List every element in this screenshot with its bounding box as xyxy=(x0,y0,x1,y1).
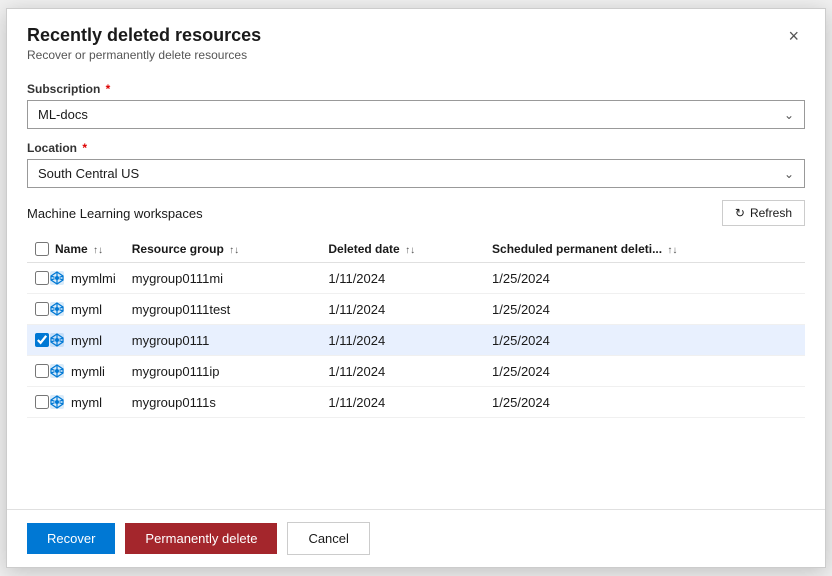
row-resource-group: mygroup0111ip xyxy=(124,356,321,387)
row-resource-group: mygroup0111test xyxy=(124,294,321,325)
recover-button[interactable]: Recover xyxy=(27,523,115,554)
subscription-dropdown[interactable]: ML-docs ⌄ xyxy=(27,100,805,129)
dialog-footer: Recover Permanently delete Cancel xyxy=(7,509,825,567)
dialog: Recently deleted resources Recover or pe… xyxy=(6,8,826,568)
required-star-location: * xyxy=(79,141,87,155)
required-star: * xyxy=(102,82,110,96)
row-resource-group: mygroup0111mi xyxy=(124,263,321,294)
row-checkbox-cell: myml xyxy=(27,325,124,356)
row-checkbox-cell: myml xyxy=(27,387,124,418)
workspace-icon xyxy=(49,394,65,410)
table-row: mymlmi mygroup0111mi1/11/20241/25/2024 xyxy=(27,263,805,294)
row-deleted-date: 1/11/2024 xyxy=(320,263,484,294)
sort-icon-rg: ↑↓ xyxy=(229,245,239,256)
resources-table: Name ↑↓ Resource group ↑↓ Deleted date ↑… xyxy=(27,236,805,418)
row-checkbox-cell: mymlmi xyxy=(27,263,124,294)
row-checkbox[interactable] xyxy=(35,302,49,316)
row-checkbox-cell: myml xyxy=(27,294,124,325)
table-row: myml mygroup0111test1/11/20241/25/2024 xyxy=(27,294,805,325)
table-row: myml mygroup01111/11/20241/25/2024 xyxy=(27,325,805,356)
permanently-delete-button[interactable]: Permanently delete xyxy=(125,523,277,554)
select-all-checkbox[interactable] xyxy=(35,242,49,256)
location-label: Location * xyxy=(27,141,805,155)
dialog-title-group: Recently deleted resources Recover or pe… xyxy=(27,25,261,62)
row-scheduled-deletion: 1/25/2024 xyxy=(484,263,805,294)
refresh-button[interactable]: ↻ Refresh xyxy=(722,200,805,226)
deleted-date-col-header: Deleted date ↑↓ xyxy=(320,236,484,263)
table-row: myml mygroup0111s1/11/20241/25/2024 xyxy=(27,387,805,418)
workspace-icon xyxy=(49,332,65,348)
workspace-icon xyxy=(49,301,65,317)
row-name: myml xyxy=(71,333,102,348)
chevron-down-icon: ⌄ xyxy=(784,108,794,122)
row-resource-group: mygroup0111 xyxy=(124,325,321,356)
row-checkbox-cell: mymli xyxy=(27,356,124,387)
header-checkbox-cell: Name ↑↓ xyxy=(27,236,124,263)
dialog-title: Recently deleted resources xyxy=(27,25,261,46)
workspace-icon xyxy=(49,270,65,286)
location-value: South Central US xyxy=(38,166,139,181)
row-deleted-date: 1/11/2024 xyxy=(320,294,484,325)
dialog-header: Recently deleted resources Recover or pe… xyxy=(7,9,825,70)
refresh-label: Refresh xyxy=(750,206,792,220)
close-button[interactable]: × xyxy=(782,25,805,47)
row-name: mymlmi xyxy=(71,271,116,286)
row-deleted-date: 1/11/2024 xyxy=(320,356,484,387)
row-checkbox[interactable] xyxy=(35,271,49,285)
resource-group-col-header: Resource group ↑↓ xyxy=(124,236,321,263)
row-scheduled-deletion: 1/25/2024 xyxy=(484,294,805,325)
subscription-label: Subscription * xyxy=(27,82,805,96)
table-row: mymli mygroup0111ip1/11/20241/25/2024 xyxy=(27,356,805,387)
row-name: myml xyxy=(71,395,102,410)
row-deleted-date: 1/11/2024 xyxy=(320,387,484,418)
dialog-subtitle: Recover or permanently delete resources xyxy=(27,48,261,62)
refresh-icon: ↻ xyxy=(735,206,745,220)
cancel-button[interactable]: Cancel xyxy=(287,522,369,555)
location-dropdown[interactable]: South Central US ⌄ xyxy=(27,159,805,188)
row-checkbox[interactable] xyxy=(35,333,49,347)
name-col-header: Name ↑↓ xyxy=(55,242,103,256)
sort-icon-date: ↑↓ xyxy=(405,245,415,256)
workspace-icon xyxy=(49,363,65,379)
chevron-down-icon-location: ⌄ xyxy=(784,167,794,181)
row-scheduled-deletion: 1/25/2024 xyxy=(484,387,805,418)
scheduled-deletion-col-header: Scheduled permanent deleti... ↑↓ xyxy=(484,236,805,263)
section-header: Machine Learning workspaces ↻ Refresh xyxy=(27,200,805,226)
row-resource-group: mygroup0111s xyxy=(124,387,321,418)
subscription-value: ML-docs xyxy=(38,107,88,122)
sort-icon-sched: ↑↓ xyxy=(667,245,677,256)
row-checkbox[interactable] xyxy=(35,395,49,409)
section-label: Machine Learning workspaces xyxy=(27,206,203,221)
row-scheduled-deletion: 1/25/2024 xyxy=(484,325,805,356)
dialog-body: Subscription * ML-docs ⌄ Location * Sout… xyxy=(7,70,825,509)
row-scheduled-deletion: 1/25/2024 xyxy=(484,356,805,387)
sort-icon-name: ↑↓ xyxy=(93,245,103,256)
row-checkbox[interactable] xyxy=(35,364,49,378)
row-name: myml xyxy=(71,302,102,317)
row-name: mymli xyxy=(71,364,105,379)
row-deleted-date: 1/11/2024 xyxy=(320,325,484,356)
